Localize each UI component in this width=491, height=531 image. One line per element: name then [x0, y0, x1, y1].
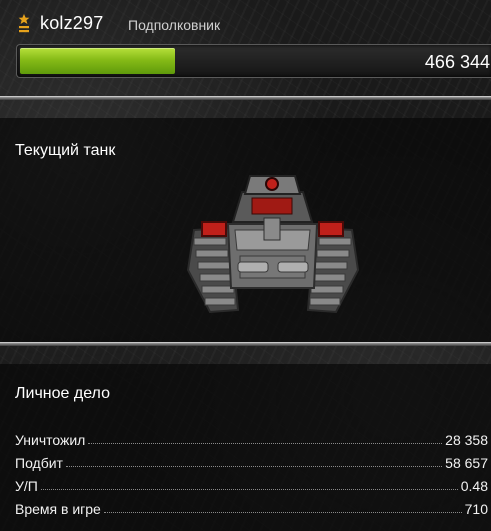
player-header: kolz297 Подполковник 466 344	[0, 0, 491, 96]
stat-value: 28 358	[445, 432, 488, 448]
stat-row-kd-ratio: У/П 0.48	[15, 471, 491, 494]
experience-bar: 466 344	[16, 44, 491, 78]
stat-row-playtime: Время в игре 710	[15, 494, 491, 517]
stats-list: Уничтожил 28 358 Подбит 58 657 У/П 0.48 …	[15, 425, 491, 517]
stat-value: 58 657	[445, 455, 488, 471]
stat-label: Время в игре	[15, 501, 101, 517]
section-divider	[0, 342, 491, 346]
dotted-leader	[40, 489, 458, 490]
stat-label: У/П	[15, 478, 38, 494]
section-divider	[0, 96, 491, 100]
stat-value: 710	[464, 501, 488, 517]
experience-value: 466 344	[424, 52, 490, 72]
dotted-leader	[103, 512, 462, 513]
current-tank-title: Текущий танк	[15, 142, 116, 159]
experience-bar-fill	[20, 48, 175, 74]
dotted-leader	[65, 466, 443, 467]
stat-label: Подбит	[15, 455, 63, 471]
stat-row-kills: Уничтожил 28 358	[15, 425, 491, 448]
dotted-leader	[88, 443, 443, 444]
rank-insignia-icon	[18, 14, 30, 33]
rank-name: Подполковник	[128, 17, 221, 33]
stat-row-deaths: Подбит 58 657	[15, 448, 491, 471]
stat-label: Уничтожил	[15, 432, 86, 448]
personal-file-title: Личное дело	[15, 385, 110, 402]
tank-image[interactable]	[180, 170, 365, 315]
stat-value: 0.48	[460, 478, 488, 494]
username: kolz297	[40, 13, 104, 33]
